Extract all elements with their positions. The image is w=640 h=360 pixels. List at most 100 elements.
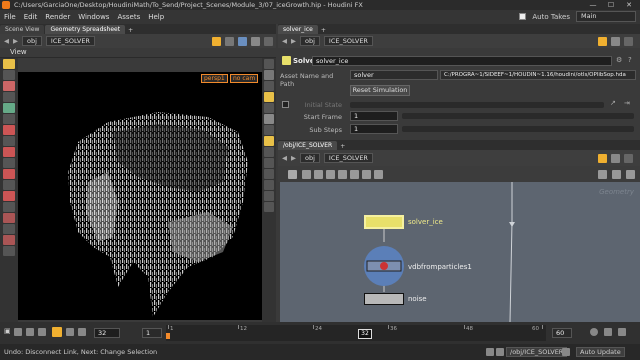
end-frame-field[interactable]: 60 (552, 328, 572, 338)
play-icon[interactable] (66, 328, 74, 336)
key-icon[interactable] (590, 328, 598, 336)
sub-steps-slider[interactable] (402, 126, 634, 132)
forward-arrow-icon[interactable]: ▶ (13, 37, 18, 45)
sub-steps-field[interactable]: 1 (350, 124, 398, 134)
menu-edit[interactable]: Edit (24, 13, 38, 21)
path-ice-solver[interactable]: ICE_SOLVER (323, 153, 373, 163)
perf-monitor-icon[interactable] (486, 348, 494, 356)
group-tool-icon[interactable] (3, 180, 15, 190)
next-keyframe-icon[interactable] (78, 328, 86, 336)
network-editor-canvas[interactable]: Geometry solver_ice vdbfromparticles1 no… (280, 182, 640, 322)
asset-path-field[interactable]: C:/PROGRA~1/SIDEEF~1/HOUDIN~1.16/houdini… (440, 70, 636, 80)
playbar-settings-icon[interactable] (618, 328, 626, 336)
pin-icon[interactable] (212, 37, 221, 46)
forward-arrow-icon[interactable]: ▶ (291, 37, 296, 45)
path-ice-solver[interactable]: ICE_SOLVER (45, 36, 95, 46)
tab-solver-ice[interactable]: solver_ice (278, 25, 318, 34)
reset-simulation-button[interactable]: Reset Simulation (350, 85, 410, 96)
asset-name-field[interactable]: solver (350, 70, 438, 80)
stop-icon[interactable] (52, 327, 62, 337)
uv-icon[interactable] (264, 191, 274, 201)
start-frame-field[interactable]: 1 (350, 111, 398, 121)
settings-icon[interactable] (251, 37, 260, 46)
ghost-icon[interactable] (264, 202, 274, 212)
points-icon[interactable] (264, 136, 274, 146)
node-solver-ice[interactable] (364, 215, 404, 229)
auto-takes-checkbox[interactable] (519, 13, 527, 20)
initial-state-checkbox[interactable] (282, 101, 289, 108)
frame-all-icon[interactable] (612, 170, 621, 179)
camera-tool-icon[interactable] (3, 213, 15, 223)
pose-tool-icon[interactable] (3, 114, 15, 124)
expand-icon[interactable] (624, 154, 633, 163)
help-icon[interactable] (611, 37, 620, 46)
back-arrow-icon[interactable]: ◀ (282, 154, 287, 162)
background-icon[interactable] (264, 103, 274, 113)
tree-view-icon[interactable] (598, 170, 607, 179)
cook-icon[interactable] (496, 348, 504, 356)
transform-tool-icon[interactable] (3, 70, 15, 80)
path-obj[interactable]: obj (300, 153, 320, 163)
back-arrow-icon[interactable]: ◀ (4, 37, 9, 45)
add-node-icon[interactable] (302, 170, 311, 179)
sticky-note-icon[interactable] (350, 170, 359, 179)
network-box-icon[interactable] (362, 170, 371, 179)
path-ice-solver[interactable]: ICE_SOLVER (323, 36, 373, 46)
expand-icon[interactable] (624, 37, 633, 46)
jump-to-icon[interactable]: ⇥ (624, 99, 630, 107)
primitive-numbers-icon[interactable] (264, 158, 274, 168)
scale-tool-icon[interactable] (3, 92, 15, 102)
menu-render[interactable]: Render (45, 13, 70, 21)
vertex-icon[interactable] (264, 180, 274, 190)
back-arrow-icon[interactable]: ◀ (282, 37, 287, 45)
light-tool-icon[interactable] (3, 202, 15, 212)
pin-icon[interactable] (598, 37, 607, 46)
link-icon[interactable] (225, 37, 234, 46)
menu-help[interactable]: Help (148, 13, 164, 21)
dot-icon[interactable] (374, 170, 383, 179)
step-back-icon[interactable] (38, 328, 46, 336)
timeline-track[interactable]: 1 12 24 36 48 60 32 (166, 325, 546, 341)
expand-icon[interactable] (264, 37, 273, 46)
paint-tool-icon[interactable] (3, 125, 15, 135)
grid-view-icon[interactable] (326, 170, 335, 179)
start-frame-field[interactable]: 1 (142, 328, 162, 338)
auto-update-menu[interactable]: Auto Update (576, 347, 625, 357)
start-frame-slider[interactable] (402, 113, 634, 119)
node-name-field[interactable]: solver_ice (312, 56, 612, 66)
gear-icon[interactable]: ⚙ (616, 56, 622, 64)
status-network-path[interactable]: /obj/ICE_SOLVER (506, 347, 568, 357)
update-mode-icon[interactable] (562, 348, 570, 356)
layout-icon[interactable] (314, 170, 323, 179)
select-tool-icon[interactable] (3, 59, 15, 69)
visibility-icon[interactable] (264, 125, 274, 135)
shaded-icon[interactable] (264, 92, 274, 102)
palette-icon[interactable] (626, 170, 635, 179)
list-view-icon[interactable] (338, 170, 347, 179)
add-tab-icon[interactable]: + (338, 143, 345, 150)
snap-tool-icon[interactable] (3, 169, 15, 179)
network-menu-icon[interactable] (288, 170, 297, 179)
menu-file[interactable]: File (4, 13, 16, 21)
view-tool-icon[interactable] (3, 136, 15, 146)
add-tab-icon[interactable]: + (319, 27, 326, 34)
object-tool-icon[interactable] (3, 224, 15, 234)
initial-state-slider[interactable] (350, 102, 604, 108)
node-vdbfromparticles[interactable] (364, 244, 408, 288)
geo-tool-icon[interactable] (3, 235, 15, 245)
measure-tool-icon[interactable] (3, 191, 15, 201)
realtime-icon[interactable]: ▣ (4, 327, 11, 335)
pin-icon[interactable] (598, 154, 607, 163)
more-tools-icon[interactable] (3, 246, 15, 256)
current-frame-field[interactable]: 32 (94, 328, 120, 338)
close-button[interactable]: ✕ (620, 0, 638, 10)
point-numbers-icon[interactable] (264, 169, 274, 179)
render-region-icon[interactable] (3, 158, 15, 168)
handle-tool-icon[interactable] (3, 103, 15, 113)
add-tab-icon[interactable]: + (126, 27, 133, 34)
audio-icon[interactable] (604, 328, 612, 336)
tab-network-ice-solver[interactable]: /obj/ICE_SOLVER (278, 141, 338, 150)
display-options-icon[interactable] (264, 59, 274, 69)
range-start-marker[interactable] (166, 333, 170, 339)
magnet-tool-icon[interactable] (3, 147, 15, 157)
